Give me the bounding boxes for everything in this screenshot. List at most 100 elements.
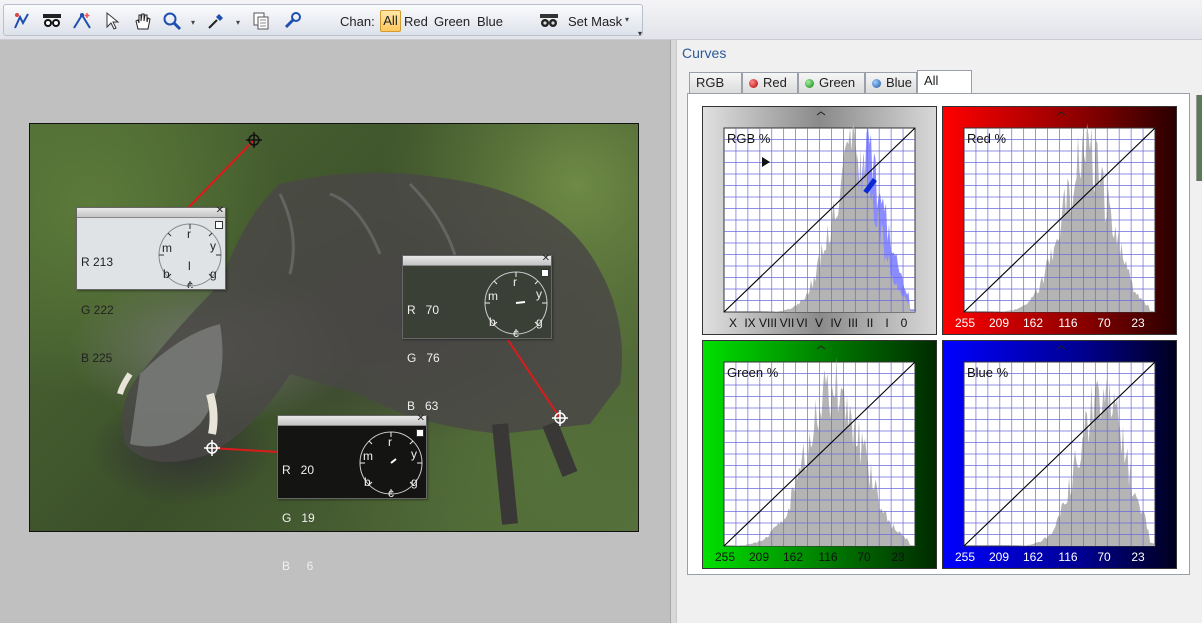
dial-r: r — [513, 275, 517, 289]
tick-label: VI — [796, 316, 808, 330]
blue-tick-row: 255 209 162 116 70 23 — [943, 550, 1176, 566]
set-mask-button[interactable]: Set Mask — [568, 14, 622, 29]
chan-label: Chan: — [340, 14, 375, 29]
dial-y: y — [536, 287, 542, 301]
dial-c: c — [388, 486, 394, 498]
dial-g: g — [536, 315, 543, 329]
select-arrow-icon[interactable] — [100, 10, 124, 32]
tab-blue[interactable]: Blue — [865, 72, 917, 93]
dial-g: g — [411, 475, 418, 489]
tab-all[interactable]: All — [917, 70, 972, 94]
eyedropper-icon[interactable] — [204, 10, 228, 32]
close-icon[interactable]: ✕ — [216, 205, 224, 216]
red-dot-icon — [749, 79, 758, 88]
tick-label: II — [866, 316, 874, 330]
dial-c: c — [513, 326, 519, 338]
dial-m: m — [162, 241, 172, 255]
dial-r: r — [187, 227, 191, 241]
tick-label: 23 — [1131, 316, 1145, 330]
eyedropper-dropdown-icon[interactable]: ▾ — [236, 18, 240, 27]
curves-panel: Curves RGB Red Green Blue All RGB % X IX… — [676, 40, 1202, 623]
tick-label: 116 — [818, 550, 838, 564]
dial-y: y — [210, 239, 216, 253]
tick-label: IV — [830, 316, 842, 330]
tab-blue-label: Blue — [886, 75, 913, 90]
dial-y: y — [411, 447, 417, 461]
tick-label: 70 — [1097, 316, 1111, 330]
tick-label: 70 — [857, 550, 871, 564]
wrench-settings-icon[interactable] — [280, 10, 304, 32]
dial-b: b — [489, 315, 496, 329]
dial-b: b — [163, 267, 170, 281]
tick-label: 209 — [988, 316, 1010, 330]
rgb-tick-row: X IX VIII VII VI V IV III II I 0 — [703, 316, 936, 332]
dial-c: c — [187, 278, 193, 288]
sample-1-titlebar[interactable]: ✕ — [77, 205, 225, 218]
color-sample-3[interactable]: ✕ R 20 G 19 B 6 r y g c b m — [277, 413, 427, 573]
sample-3-r: R 20 — [282, 463, 315, 477]
sample-1-b: B 225 — [81, 351, 113, 365]
blue-curve-label: Blue % — [967, 365, 1009, 380]
set-mask-dropdown-icon[interactable]: ▾ — [625, 15, 629, 24]
tick-label: 116 — [1058, 550, 1078, 564]
zoom-magnifier-icon[interactable] — [160, 10, 184, 32]
zoom-dropdown-icon[interactable]: ▾ — [191, 18, 195, 27]
toolbar-overflow-icon[interactable]: ▾ — [638, 29, 642, 38]
tab-green[interactable]: Green — [798, 72, 865, 93]
add-point-icon[interactable] — [70, 10, 94, 32]
dial-m: m — [488, 289, 498, 303]
channel-red-button[interactable]: Red — [404, 14, 428, 29]
rgb-curve-label: RGB % — [727, 131, 771, 146]
hue-dial: r y g c b m — [359, 431, 423, 498]
close-icon[interactable]: ✕ — [417, 413, 425, 424]
channel-blue-button[interactable]: Blue — [477, 14, 503, 29]
auto-curve-icon[interactable] — [10, 10, 34, 32]
tick-label: I — [885, 316, 889, 330]
hand-pan-icon[interactable] — [130, 10, 154, 32]
tick-label: 209 — [748, 550, 770, 564]
close-icon[interactable]: ✕ — [542, 253, 550, 264]
tab-rgb[interactable]: RGB — [689, 72, 742, 93]
tick-label: 162 — [1022, 316, 1044, 330]
panel-edge-strip — [1196, 95, 1202, 181]
rgb-curve-graph[interactable]: RGB % X IX VIII VII VI V IV III II I 0 — [702, 106, 937, 335]
sample-1-values: R 213 G 222 B 225 — [81, 222, 114, 398]
tick-label: 255 — [954, 550, 976, 564]
sample-3-values: R 20 G 19 B 6 — [282, 430, 315, 606]
set-mask-icon[interactable] — [537, 10, 561, 32]
tick-label: 70 — [1097, 550, 1111, 564]
tab-red[interactable]: Red — [742, 72, 798, 93]
channel-all-button[interactable]: All — [380, 10, 401, 32]
curve-handle-icon — [1056, 345, 1066, 350]
tick-label: 162 — [782, 550, 804, 564]
red-curve-graph[interactable]: Red % 255 209 162 116 70 23 — [942, 106, 1177, 335]
dial-g: g — [210, 267, 217, 281]
tick-label: VIII — [758, 316, 778, 330]
sample-1-r: R 213 — [81, 255, 114, 269]
tab-rgb-label: RGB — [696, 75, 725, 90]
curves-title: Curves — [682, 45, 727, 61]
blue-curve-graph[interactable]: Blue % 255 209 162 116 70 23 — [942, 340, 1177, 569]
curve-handle-icon — [816, 111, 826, 116]
tick-label: 255 — [954, 316, 976, 330]
mask-glasses-icon[interactable] — [40, 10, 64, 32]
sample-3-titlebar[interactable]: ✕ — [278, 413, 426, 426]
green-tick-row: 255 209 162 116 70 23 — [703, 550, 936, 566]
channel-green-button[interactable]: Green — [434, 14, 470, 29]
dial-r: r — [388, 435, 392, 449]
green-curve-graph[interactable]: Green % 255 209 162 116 70 23 — [702, 340, 937, 569]
tick-label: III — [847, 316, 859, 330]
color-sample-1[interactable]: ✕ R 213 G 222 B 225 r y g c b m l — [76, 205, 226, 365]
color-sample-2[interactable]: ✕ R 70 G 76 B 63 r y g c b m — [402, 253, 552, 413]
green-curve-label: Green % — [727, 365, 779, 380]
dial-l: l — [188, 259, 191, 273]
red-curve-label: Red % — [967, 131, 1007, 146]
sample-3-b: B 6 — [282, 559, 314, 573]
tick-label: 162 — [1022, 550, 1044, 564]
blue-dot-icon — [872, 79, 881, 88]
tick-label: VII — [779, 316, 795, 330]
sample-2-titlebar[interactable]: ✕ — [403, 253, 551, 266]
tick-label: X — [728, 316, 738, 330]
sample-3-g: G 19 — [282, 511, 315, 525]
copy-icon[interactable] — [249, 10, 273, 32]
